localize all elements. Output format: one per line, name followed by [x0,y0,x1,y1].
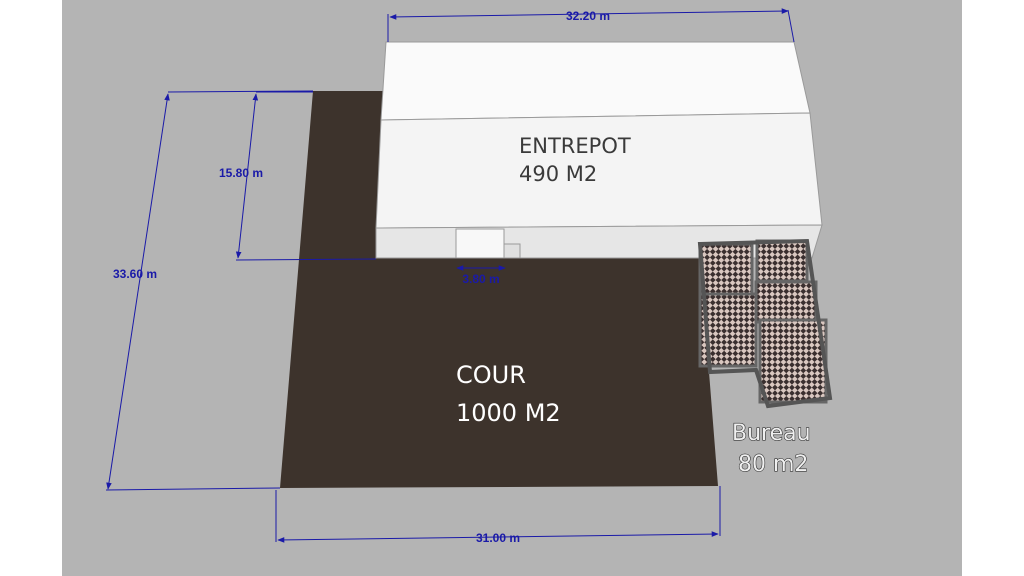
dim-label-door-width: 3.80 m [462,272,499,286]
office-area: 80 m2 [738,452,808,477]
yard-area: 1000 M2 [456,399,561,427]
warehouse-roof-front [375,112,823,229]
dim-label-left-total: 33.60 m [113,267,157,281]
office-room-4 [754,280,818,324]
office-room-2 [755,239,809,283]
dim-label-left-warehouse: 15.80 m [219,166,263,180]
warehouse-door-side [503,243,521,259]
office-name: Bureau [732,421,811,446]
warehouse-area: 490 M2 [519,162,597,186]
warehouse-door [455,228,505,259]
office-room-5 [758,318,828,404]
dim-label-bottom-width: 31.00 m [476,531,520,545]
dim-label-top-width: 32.20 m [566,9,610,23]
warehouse-roof-back [380,41,811,121]
warehouse-name: ENTREPOT [519,134,631,158]
site-plan-diagram: 32.20 m 33.60 m 15.80 m 3.80 m 31.00 m E… [62,0,962,576]
yard-name: COUR [456,361,526,389]
office-room-1 [698,242,754,298]
